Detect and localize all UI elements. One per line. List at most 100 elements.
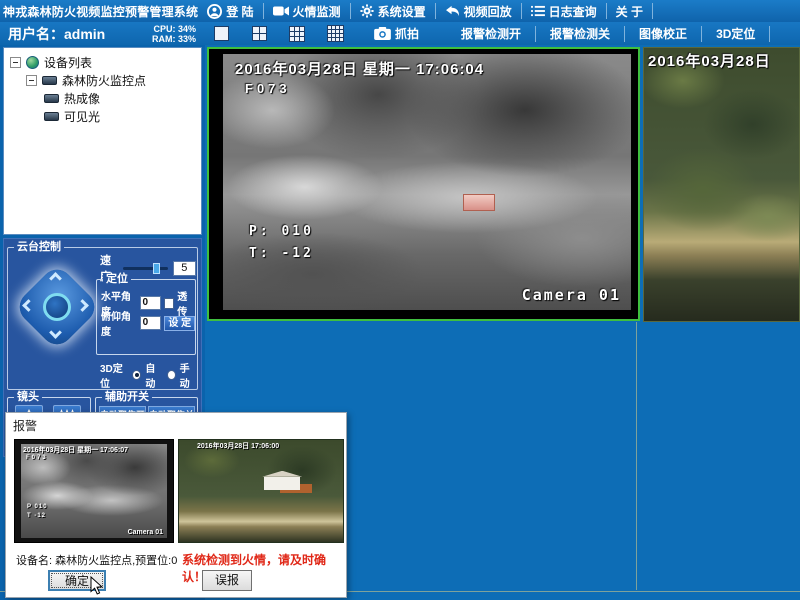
pitch-angle-label: 俯仰角度 (101, 308, 137, 338)
menu-fire-monitor-label: 火情监测 (293, 3, 341, 20)
main-video-cell-thermal[interactable]: 2016年03月28日 星期一 17:06:04 F073 P: 010 T: … (207, 47, 640, 321)
right-video-cell-visible[interactable]: 2016年03月28日 (643, 47, 800, 322)
manual-radio[interactable] (167, 370, 176, 380)
globe-icon (26, 56, 39, 69)
divider (652, 3, 653, 19)
alarm-dialog: 报警 2016年03月28日 星期一 17:06:07 F073 P 010 T… (5, 412, 347, 598)
ptz-joystick[interactable] (14, 264, 100, 350)
menu-video-playback-label: 视频回放 (464, 3, 512, 20)
snapshot-button[interactable]: 抓拍 (364, 25, 429, 42)
auto-radio[interactable] (132, 370, 141, 380)
set-button[interactable]: 设 定 (164, 316, 195, 331)
tree-node-visible[interactable]: 可见光 (44, 108, 201, 125)
collapse-icon[interactable] (26, 75, 37, 86)
menu-system-settings[interactable]: 系统设置 (351, 0, 435, 22)
alarm-device-info: 设备名: 森林防火监控点,预置位:0 (16, 552, 177, 568)
pos3d-label: 3D定位 (100, 360, 128, 390)
aux-group-title: 辅助开关 (102, 391, 152, 403)
layout-9-button[interactable] (285, 24, 309, 43)
menu-system-settings-label: 系统设置 (378, 3, 426, 20)
tree-node-device-list[interactable]: 设备列表 (10, 54, 201, 71)
ptz-group-title: 云台控制 (14, 241, 64, 253)
user-icon (207, 4, 222, 19)
alarm-thermal-code: F073 (26, 455, 48, 461)
positioning-3d-button[interactable]: 3D定位 (702, 25, 769, 42)
layout-1-button[interactable] (209, 24, 233, 43)
alarm-visible-image: 2016年03月28日 17:06:00 (179, 440, 343, 542)
osd-timestamp-right: 2016年03月28日 (648, 50, 771, 71)
cpu-usage: CPU: 34% (140, 24, 196, 34)
joystick-center-button[interactable] (43, 293, 71, 321)
gear-icon (360, 4, 374, 18)
pitch-row: 俯仰角度 0 设 定 (101, 308, 195, 338)
toolbar: 用户名：admin CPU: 34% RAM: 33% 抓拍 报警检测开 报警检… (0, 22, 800, 45)
osd-tilt: T: -12 (249, 246, 314, 261)
menu-log-query[interactable]: 日志查询 (522, 0, 606, 22)
tree-label-site: 森林防火监控点 (62, 72, 146, 89)
app-window: 神戎森林防火视频监控预警管理系统 登 陆 火情监测 系统设置 视频回放 日志查询… (0, 0, 800, 600)
pitch-angle-input[interactable]: 0 (140, 316, 162, 330)
false-alarm-button[interactable]: 误报 (202, 570, 252, 591)
grid-1-icon (214, 26, 229, 41)
grid-4-icon (252, 26, 267, 41)
divider (769, 26, 770, 42)
position-group-title: 定位 (103, 273, 131, 285)
collapse-icon[interactable] (10, 57, 21, 68)
camera-device-icon (42, 76, 57, 85)
passthrough-checkbox[interactable] (164, 298, 174, 309)
ram-usage: RAM: 33% (140, 34, 196, 44)
alarm-detect-on-button[interactable]: 报警检测开 (447, 25, 535, 42)
tree-node-site[interactable]: 森林防火监控点 (26, 72, 201, 89)
speed-slider-thumb[interactable] (153, 263, 160, 274)
house-shape (264, 477, 300, 490)
log-list-icon (531, 5, 545, 17)
mouse-cursor (90, 576, 104, 595)
menu-log-query-label: 日志查询 (549, 3, 597, 20)
pos3d-row: 3D定位 自动 手动 (100, 360, 197, 390)
alarm-thermal-pan: P 010 (27, 504, 48, 510)
playback-arrow-icon (445, 5, 460, 17)
lens-group-title: 镜头 (14, 391, 42, 403)
ptz-control-group: 云台控制 速度 5 定位 (7, 247, 198, 390)
image-correction-button[interactable]: 图像校正 (625, 25, 701, 42)
osd-timestamp: 2016年03月28日 星期一 17:06:04 (235, 58, 484, 79)
alarm-thermal-image: 2016年03月28日 星期一 17:06:07 F073 P 010 T -1… (21, 444, 167, 538)
camera-device-icon (44, 112, 59, 121)
menu-about-label: 关 于 (616, 3, 643, 20)
username-label: 用户名：admin (0, 24, 140, 44)
alarm-visible-thumbnail: 2016年03月28日 17:06:00 (178, 439, 344, 543)
alarm-thermal-thumbnail: 2016年03月28日 星期一 17:06:07 F073 P 010 T -1… (14, 439, 174, 543)
layout-16-button[interactable] (323, 24, 347, 43)
grid-16-icon (327, 25, 344, 42)
menu-fire-monitor[interactable]: 火情监测 (264, 0, 350, 22)
camera-icon (374, 27, 391, 40)
tree-label-thermal: 热成像 (64, 90, 100, 107)
system-load: CPU: 34% RAM: 33% (140, 24, 196, 44)
speed-slider[interactable] (123, 267, 168, 270)
alarm-dialog-title: 报警 (13, 417, 37, 434)
alarm-detect-off-button[interactable]: 报警检测关 (536, 25, 624, 42)
device-tree-panel: 设备列表 森林防火监控点 热成像 可见光 (3, 47, 202, 235)
alarm-thermal-timestamp: 2016年03月28日 星期一 17:06:07 (23, 445, 128, 455)
menubar: 神戎森林防火视频监控预警管理系统 登 陆 火情监测 系统设置 视频回放 日志查询… (0, 0, 800, 22)
menu-login-label: 登 陆 (226, 3, 253, 20)
osd-preset-code: F073 (245, 81, 291, 96)
fire-detection-marker (463, 194, 495, 211)
tree-label-visible: 可见光 (64, 108, 100, 125)
menu-about[interactable]: 关 于 (607, 0, 652, 22)
video-camera-icon (273, 5, 289, 17)
alarm-thermal-tilt: T -12 (27, 513, 46, 519)
tree-node-thermal[interactable]: 热成像 (44, 90, 201, 107)
auto-label: 自动 (145, 360, 162, 390)
alarm-visible-timestamp: 2016年03月28日 17:06:00 (197, 441, 279, 451)
snapshot-label: 抓拍 (395, 25, 419, 42)
video-grid-divider-vertical (636, 322, 637, 590)
speed-value-field[interactable]: 5 (173, 261, 197, 276)
thermal-video-image: 2016年03月28日 星期一 17:06:04 F073 P: 010 T: … (223, 54, 631, 310)
alarm-thermal-camera: Camera 01 (128, 529, 163, 536)
menu-login[interactable]: 登 陆 (198, 0, 262, 22)
menu-video-playback[interactable]: 视频回放 (436, 0, 521, 22)
visible-video-image: 2016年03月28日 (644, 48, 799, 321)
grid-9-icon (289, 26, 305, 42)
layout-4-button[interactable] (247, 24, 271, 43)
